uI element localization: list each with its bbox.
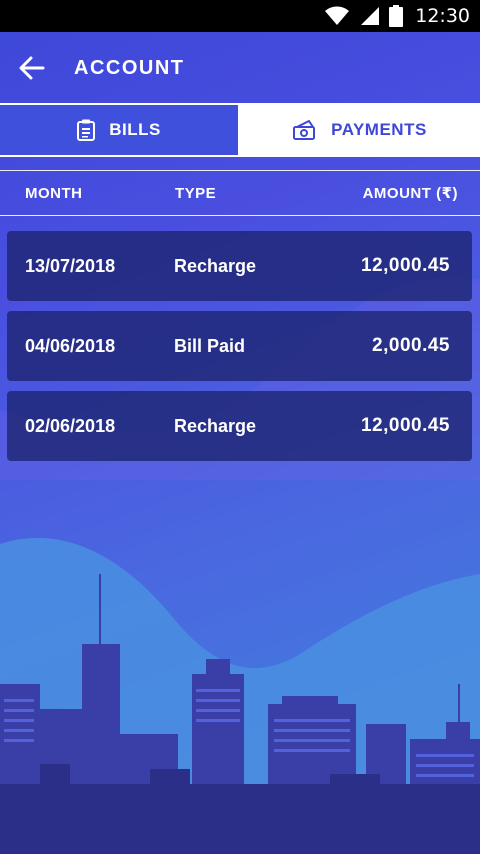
table-row[interactable]: 04/06/2018 Bill Paid 2,000.45 — [7, 311, 472, 381]
row-type: Recharge — [174, 415, 257, 436]
column-header-type: TYPE — [175, 184, 217, 202]
row-type: Recharge — [174, 255, 257, 276]
tab-payments-label: PAYMENTS — [331, 120, 427, 139]
row-date: 13/07/2018 — [25, 255, 116, 276]
row-amount: 2,000.45 — [372, 335, 450, 356]
table-row[interactable]: 02/06/2018 Recharge 12,000.45 — [7, 391, 472, 461]
page-title: ACCOUNT — [74, 56, 185, 79]
money-icon — [293, 120, 316, 140]
row-amount: 12,000.45 — [360, 415, 450, 436]
app-bar: ACCOUNT — [0, 32, 480, 104]
column-header-amount: AMOUNT (₹) — [362, 185, 458, 202]
clipboard-icon — [77, 119, 96, 141]
tab-payments[interactable]: PAYMENTS — [240, 105, 480, 155]
tab-bills-label: BILLS — [109, 120, 161, 139]
tab-bar: BILLS PAYMENTS — [0, 103, 480, 157]
status-bar: 12:30 — [0, 0, 480, 32]
arrow-back-icon — [19, 56, 45, 80]
battery-icon — [389, 5, 404, 27]
city-skyline-illustration — [0, 537, 480, 854]
transaction-list: 13/07/2018 Recharge 12,000.45 04/06/2018… — [7, 231, 472, 471]
clock: 12:30 — [415, 5, 470, 27]
tab-bills[interactable]: BILLS — [0, 105, 240, 155]
column-header-month: MONTH — [25, 184, 83, 202]
row-amount: 12,000.45 — [360, 255, 450, 276]
back-button[interactable] — [0, 32, 74, 104]
table-row[interactable]: 13/07/2018 Recharge 12,000.45 — [7, 231, 472, 301]
row-date: 02/06/2018 — [25, 415, 116, 436]
row-date: 04/06/2018 — [25, 335, 116, 356]
table-header: MONTH TYPE AMOUNT (₹) — [0, 170, 480, 216]
row-type: Bill Paid — [174, 335, 246, 356]
cellular-signal-icon — [361, 7, 380, 25]
wifi-icon — [325, 6, 350, 25]
